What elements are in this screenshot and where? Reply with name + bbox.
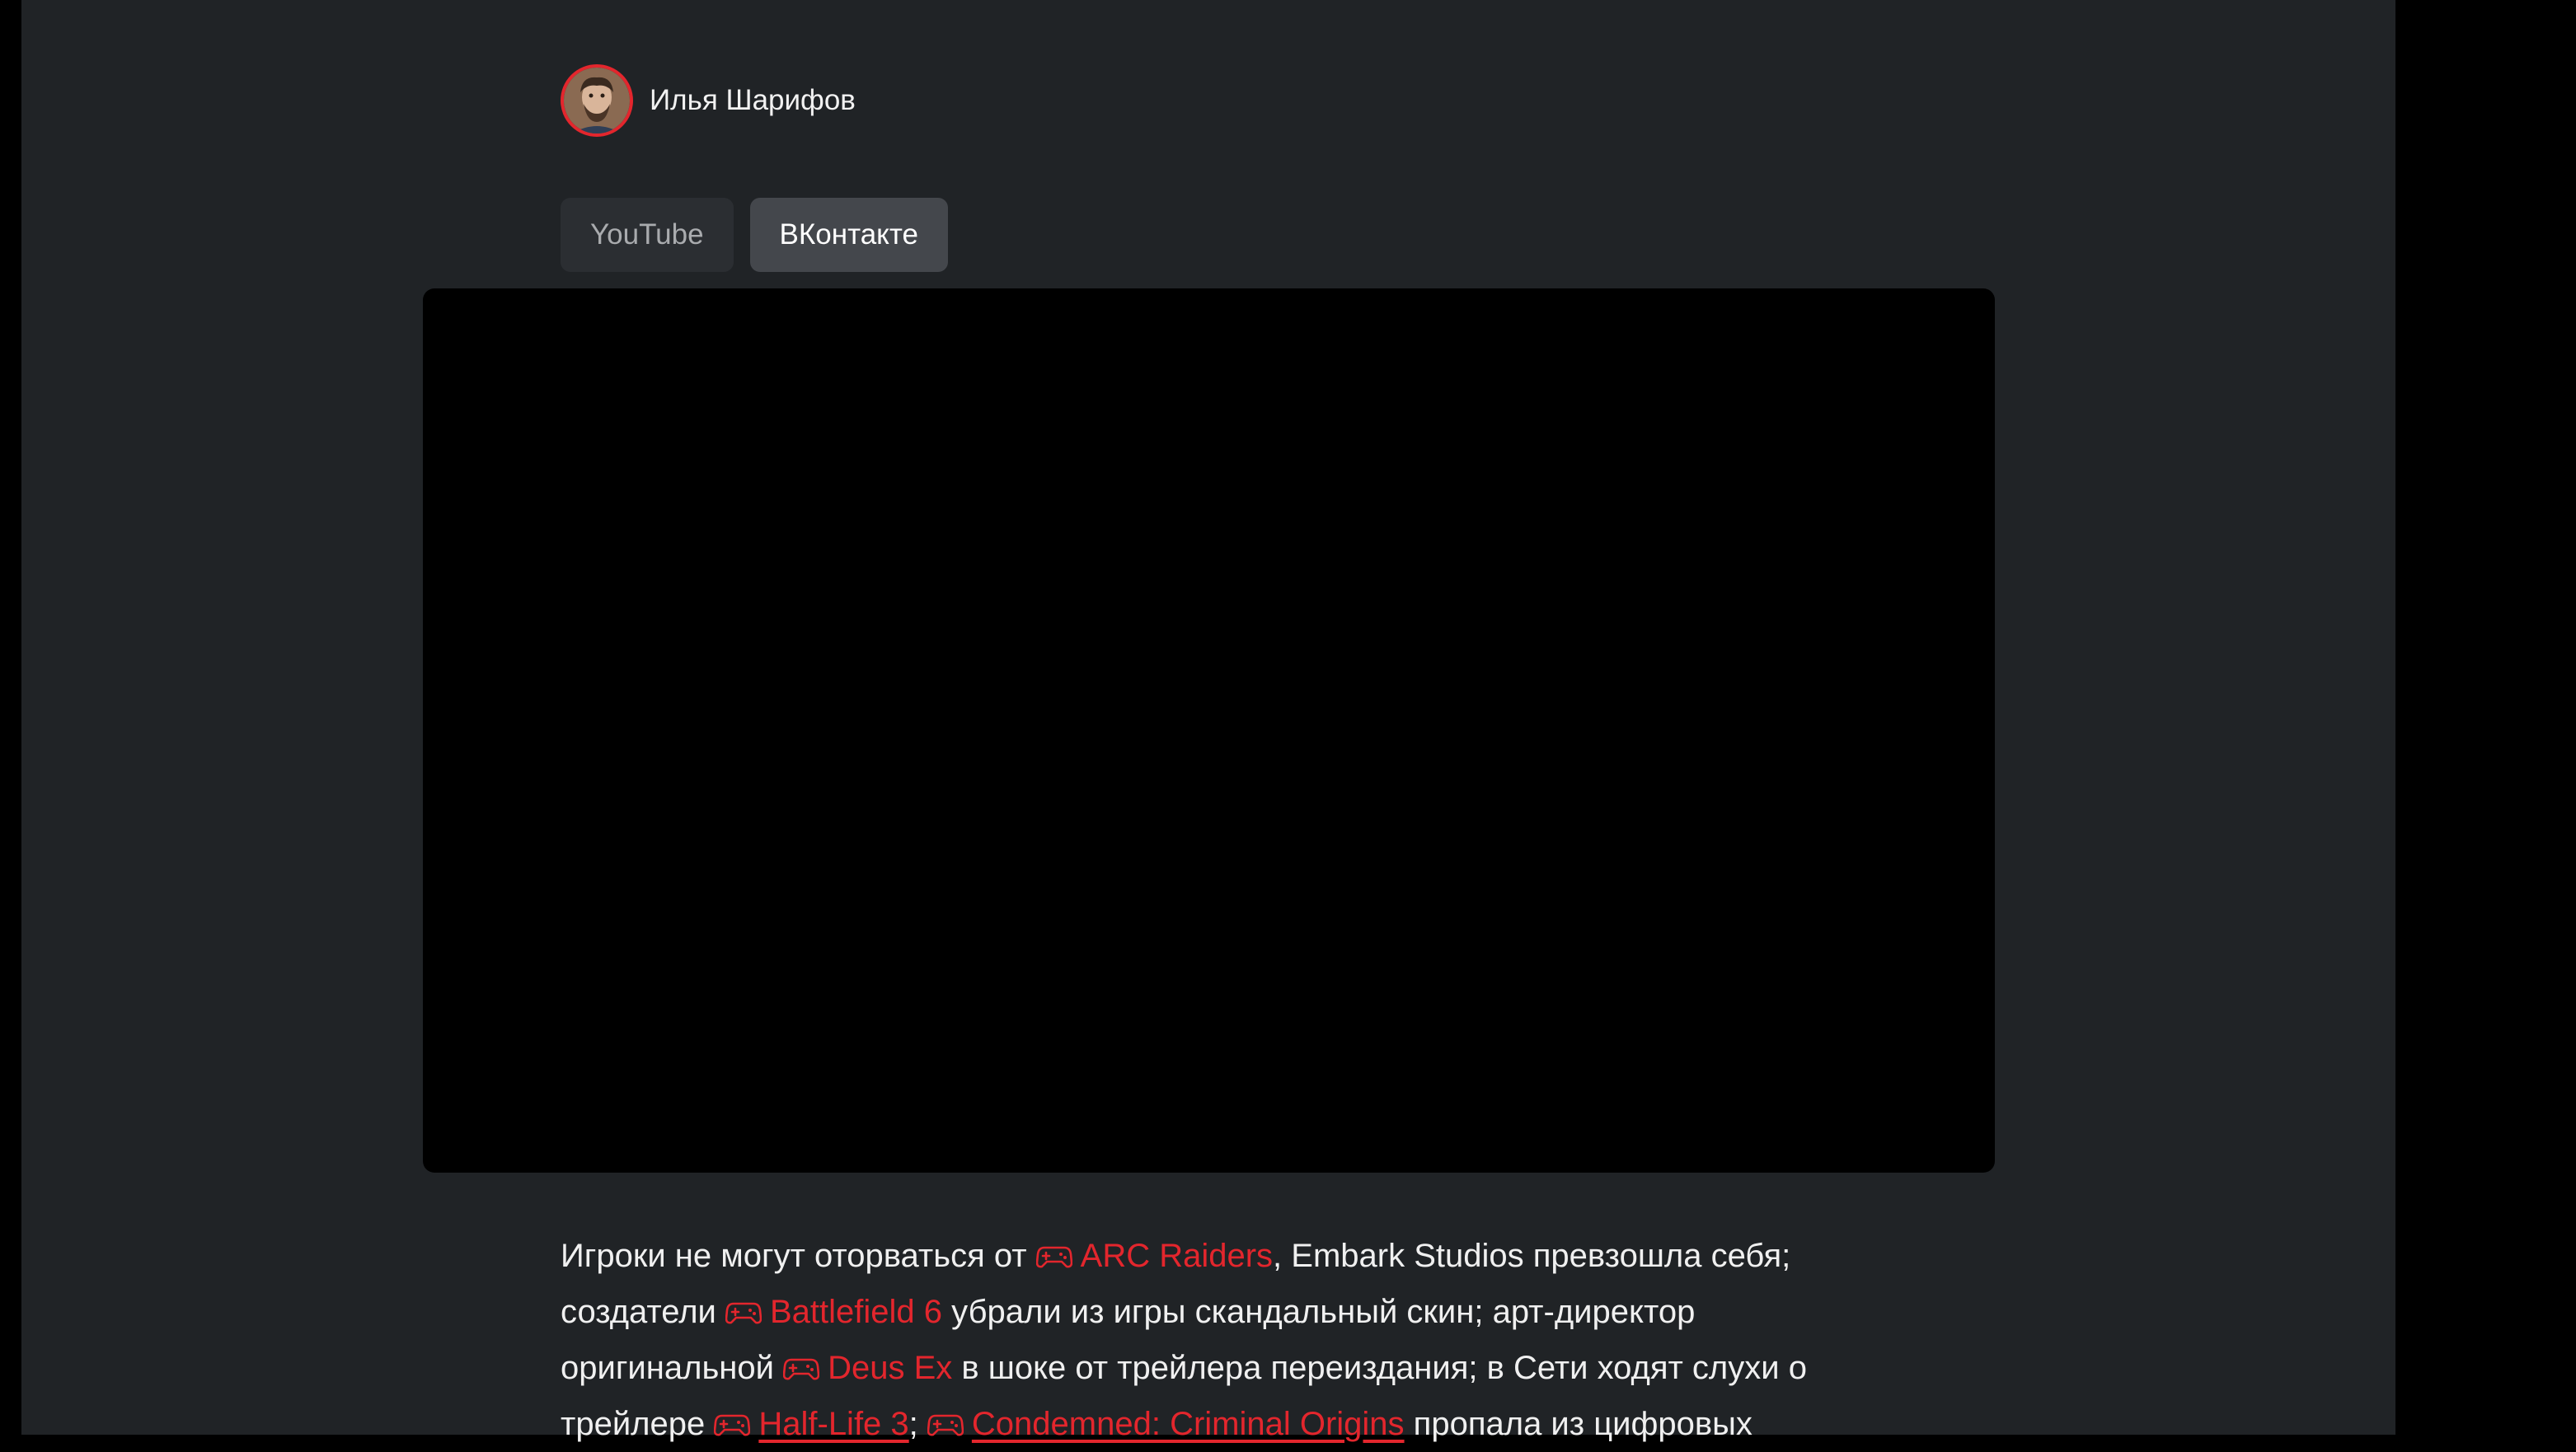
game-link-label[interactable]: ARC Raiders: [1081, 1238, 1273, 1274]
game-link-battlefield-6[interactable]: Battlefield 6: [725, 1294, 942, 1330]
video-player[interactable]: [423, 288, 1995, 1173]
game-link-label[interactable]: Condemned: Criminal Origins: [972, 1406, 1405, 1442]
article-text: Игроки не могут оторваться от: [561, 1238, 1036, 1274]
game-link-label[interactable]: Deus Ex: [828, 1350, 952, 1386]
article-text: ;: [908, 1406, 927, 1442]
gamepad-icon: [1035, 1244, 1072, 1269]
page: Илья Шарифов YouTube ВКонтакте Игроки не…: [21, 0, 2395, 1442]
author-avatar[interactable]: [561, 64, 633, 137]
game-link-label[interactable]: Battlefield 6: [770, 1294, 942, 1330]
video-source-tabs: YouTube ВКонтакте: [561, 198, 948, 272]
tab-youtube[interactable]: YouTube: [561, 198, 734, 272]
article-body: Игроки не могут оторваться от ARC Raider…: [561, 1228, 1846, 1452]
game-link-half-life-3[interactable]: Half-Life 3: [714, 1406, 909, 1442]
tab-vkontakte[interactable]: ВКонтакте: [749, 198, 948, 272]
avatar-image: [564, 68, 630, 133]
gamepad-icon: [927, 1412, 964, 1437]
game-link-deus-ex[interactable]: Deus Ex: [783, 1350, 952, 1386]
gamepad-icon: [725, 1300, 762, 1325]
author-name[interactable]: Илья Шарифов: [650, 84, 856, 117]
gamepad-icon: [783, 1356, 820, 1381]
gamepad-icon: [714, 1412, 751, 1437]
author-block[interactable]: Илья Шарифов: [561, 61, 856, 140]
article-text: пропала из цифровых: [1404, 1406, 1753, 1442]
game-link-arc-raiders[interactable]: ARC Raiders: [1035, 1238, 1273, 1274]
game-link-label[interactable]: Half-Life 3: [758, 1406, 908, 1442]
game-link-condemned[interactable]: Condemned: Criminal Origins: [927, 1406, 1405, 1442]
